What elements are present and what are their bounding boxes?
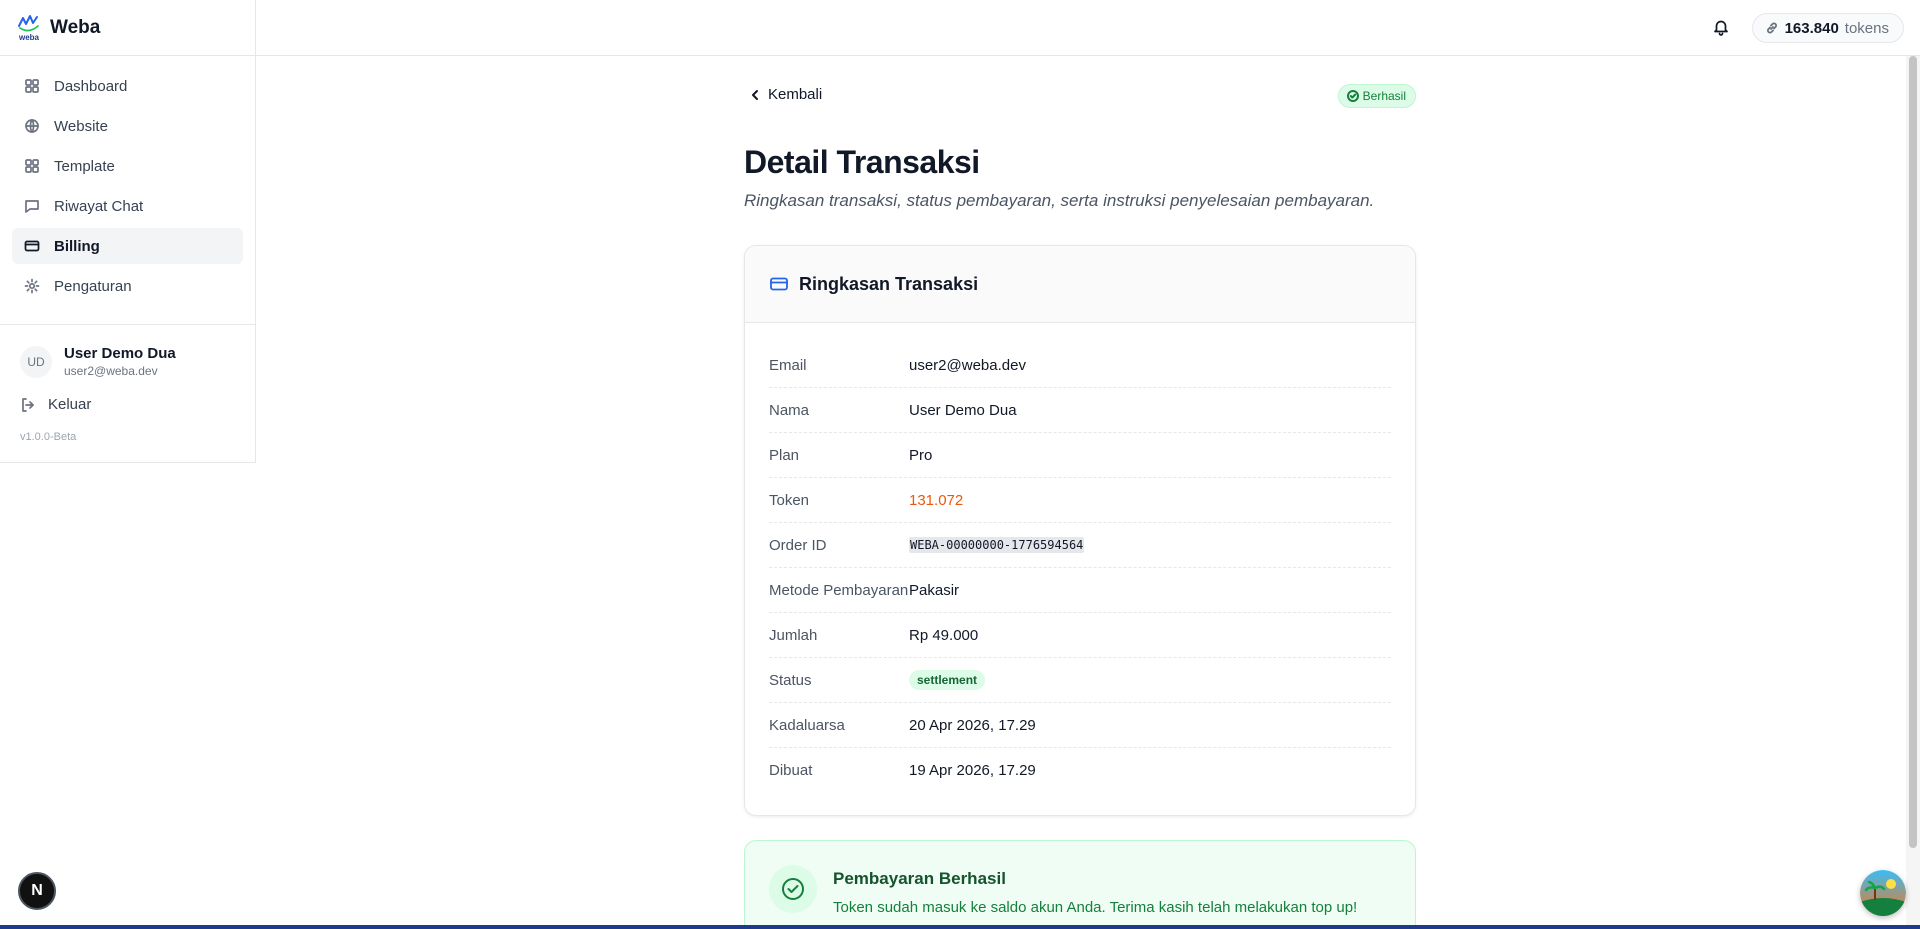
page-header-row: Kembali Berhasil (744, 56, 1416, 136)
check-circle-icon (1346, 90, 1359, 102)
order-id-value: WEBA-00000000-1776594564 (909, 537, 1085, 553)
detail-label: Token (769, 491, 810, 509)
page-title: Detail Transaksi (744, 144, 980, 180)
globe-icon (25, 119, 39, 133)
sidebar-item-dashboard[interactable]: Dashboard (12, 68, 243, 104)
sidebar-item-label: Billing (54, 237, 100, 255)
user-name: User Demo Dua (64, 345, 176, 362)
sidebar-item-riwayat-chat[interactable]: Riwayat Chat (12, 188, 243, 224)
layout-icon (25, 159, 39, 173)
card-header: Ringkasan Transaksi (745, 246, 1415, 323)
settlement-badge: settlement (909, 670, 986, 690)
detail-row-metode-pembayaran: Metode Pembayaran Pakasir (769, 568, 1391, 613)
link-icon (1766, 22, 1777, 34)
page-subtitle: Ringkasan transaksi, status pembayaran, … (744, 191, 1375, 210)
brand[interactable]: weba Weba (0, 0, 255, 56)
sidebar: weba Weba Dashboard Website Template Riw… (0, 0, 256, 463)
sidebar-item-billing[interactable]: Billing (12, 228, 243, 264)
sidebar-item-template[interactable]: Template (12, 148, 243, 184)
detail-row-email: Email user2@weba.dev (769, 343, 1391, 388)
weba-logo-icon: weba (18, 14, 40, 42)
credit-card-icon (24, 240, 40, 252)
status-badge-label: Berhasil (1362, 89, 1406, 103)
detail-label: Email (769, 356, 807, 374)
success-text: Token sudah masuk ke saldo akun Anda. Te… (833, 899, 1358, 916)
detail-value: user2@weba.dev (909, 356, 1026, 374)
card-title: Ringkasan Transaksi (799, 273, 979, 294)
user-email: user2@weba.dev (64, 364, 158, 378)
sidebar-item-website[interactable]: Website (12, 108, 243, 144)
detail-value: Pro (909, 446, 933, 464)
payment-success-card: Pembayaran Berhasil Token sudah masuk ke… (744, 840, 1416, 929)
detail-value: 19 Apr 2026, 17.29 (909, 762, 1036, 779)
chat-assistant-button[interactable] (1860, 870, 1906, 916)
back-label: Kembali (768, 86, 823, 103)
detail-row-token: Token 131.072 (769, 478, 1391, 523)
back-button[interactable]: Kembali (748, 86, 822, 103)
check-circle-icon (769, 865, 817, 913)
avatar: UD (20, 345, 52, 378)
detail-label: Nama (769, 401, 810, 419)
detail-value: Rp 49.000 (909, 626, 979, 644)
sidebar-item-label: Dashboard (54, 77, 128, 95)
sidebar-item-label: Website (54, 117, 108, 135)
detail-label: Metode Pembayaran (769, 581, 909, 599)
success-title: Pembayaran Berhasil (833, 869, 1006, 888)
logo-wordmark: weba (18, 33, 40, 42)
main-content: Kembali Berhasil Detail Transaksi Ringka… (744, 56, 1416, 929)
detail-label: Dibuat (769, 762, 813, 779)
topbar: 163.840 tokens (256, 0, 1920, 56)
detail-label: Jumlah (769, 626, 818, 644)
sidebar-nav: Dashboard Website Template Riwayat Chat … (0, 56, 255, 316)
grid-icon (25, 79, 39, 93)
app-version: v1.0.0-Beta (20, 431, 77, 443)
sidebar-item-pengaturan[interactable]: Pengaturan (12, 268, 243, 304)
chevron-left-icon (752, 89, 758, 100)
logout-icon (22, 397, 34, 412)
dev-tools-button[interactable]: N (18, 872, 56, 910)
status-badge: Berhasil (1337, 84, 1416, 108)
card-body: Email user2@weba.dev Nama User Demo Dua … (745, 323, 1415, 815)
credit-card-icon (770, 277, 788, 291)
detail-value: 131.072 (909, 491, 964, 509)
logout-label: Keluar (48, 396, 92, 413)
message-icon (25, 200, 39, 213)
gear-icon (24, 278, 40, 294)
chat-assistant-avatar-icon (1860, 870, 1906, 916)
detail-row-plan: Plan Pro (769, 433, 1391, 478)
detail-label: Plan (769, 446, 800, 464)
detail-value: 20 Apr 2026, 17.29 (909, 716, 1036, 734)
token-balance[interactable]: 163.840 tokens (1751, 13, 1904, 43)
transaction-summary-card: Ringkasan Transaksi Email user2@weba.dev… (744, 245, 1416, 816)
sidebar-item-label: Pengaturan (54, 277, 132, 295)
notifications-button[interactable] (1712, 18, 1730, 36)
token-value: 163.840 (1784, 19, 1839, 37)
detail-value: Pakasir (909, 581, 960, 599)
window-bottom-edge (0, 925, 1920, 929)
detail-row-kadaluarsa: Kadaluarsa 20 Apr 2026, 17.29 (769, 703, 1391, 748)
token-unit: tokens (1844, 19, 1889, 37)
scrollbar[interactable] (1906, 56, 1920, 929)
user-profile[interactable]: UD User Demo Dua user2@weba.dev (0, 325, 255, 378)
logout-button[interactable]: Keluar (0, 378, 255, 413)
detail-label: Status (769, 671, 812, 689)
sidebar-item-label: Riwayat Chat (54, 197, 144, 215)
detail-row-status: Status settlement (769, 658, 1391, 703)
detail-label: Kadaluarsa (769, 716, 845, 734)
detail-label: Order ID (769, 536, 827, 554)
detail-row-dibuat: Dibuat 19 Apr 2026, 17.29 (769, 748, 1391, 793)
detail-row-nama: Nama User Demo Dua (769, 388, 1391, 433)
detail-row-order-id: Order ID WEBA-00000000-1776594564 (769, 523, 1391, 568)
bell-icon (1714, 20, 1728, 36)
detail-row-jumlah: Jumlah Rp 49.000 (769, 613, 1391, 658)
brand-name: Weba (50, 16, 101, 38)
detail-value: User Demo Dua (909, 401, 1017, 419)
scrollbar-thumb[interactable] (1909, 56, 1917, 848)
sidebar-item-label: Template (54, 157, 115, 175)
